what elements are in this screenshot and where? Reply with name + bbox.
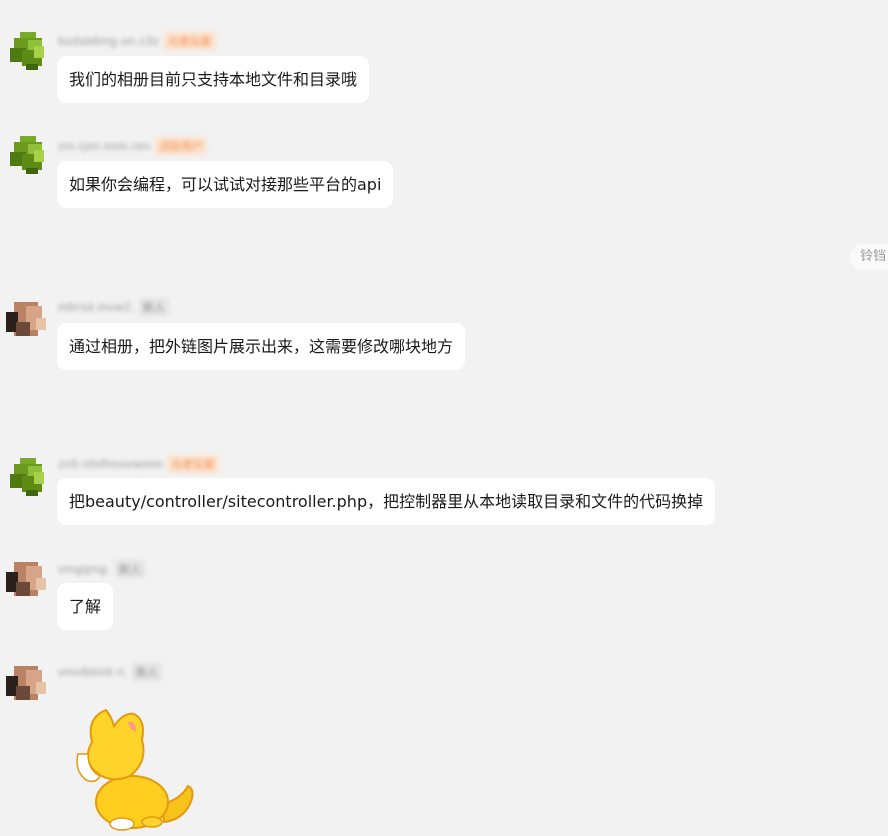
member-badge: 活跃用户 [154,137,207,155]
avatar-green-1[interactable] [6,30,48,72]
member-badge: 元老玩家 [163,32,216,50]
sender-name[interactable]: vmx8dsl4.ri. [58,665,128,679]
message-bubble[interactable]: 如果你会编程，可以试试对接那些平台的api [57,161,394,208]
message-bubble[interactable]: 了解 [57,583,114,630]
sender-name[interactable]: zn5.nfsRmxvwmm [58,457,163,471]
message-meta: zn5.nfsRmxvwmm 元老玩家 [58,455,220,473]
message-meta: mbrsd.mvw2. 新人 [58,298,169,316]
message-bubble[interactable]: 通过相册，把外链图片展示出来，这需要修改哪块地方 [57,323,466,370]
sender-name[interactable]: zm.rjxn.nsm.ren [58,139,151,153]
avatar-green-2[interactable] [6,134,48,176]
member-badge: 元老玩家 [167,455,220,473]
yellow-cat-sticker[interactable] [66,706,198,832]
avatar-photo-3[interactable] [6,662,48,704]
sender-name[interactable]: vmgqmg. [58,562,111,576]
message-meta: zm.rjxn.nsm.ren 活跃用户 [58,137,207,155]
message-meta: bsdsb6mg.on.c3z 元老玩家 [58,32,216,50]
sender-name[interactable]: mbrsd.mvw2. [58,300,135,314]
member-badge: 新人 [114,560,145,578]
side-tag[interactable]: 铃铛 [850,244,888,270]
member-badge: 新人 [132,663,163,681]
member-badge: 新人 [138,298,169,316]
message-meta: vmgqmg. 新人 [58,560,145,578]
sender-name[interactable]: bsdsb6mg.on.c3z [58,34,160,48]
message-bubble[interactable]: 把beauty/controller/sitecontroller.php，把控… [57,478,716,525]
avatar-photo-1[interactable] [6,298,48,340]
avatar-green-3[interactable] [6,456,48,498]
avatar-photo-2[interactable] [6,558,48,600]
message-meta: vmx8dsl4.ri. 新人 [58,663,163,681]
message-bubble[interactable]: 我们的相册目前只支持本地文件和目录哦 [57,56,370,103]
